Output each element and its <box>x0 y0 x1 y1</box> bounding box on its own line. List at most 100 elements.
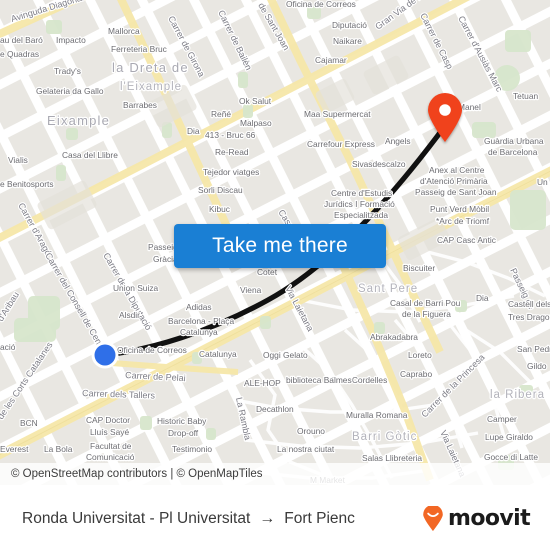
poi-label: Punt Verd Mòbil <box>430 204 489 214</box>
poi-label: San Pedro <box>517 344 550 354</box>
poi-label: Sorli Discau <box>198 185 243 195</box>
moovit-wordmark: moovit <box>448 506 531 531</box>
poi-label: Mallorca <box>108 26 140 36</box>
poi-label: ació <box>0 342 16 352</box>
attribution-text: © OpenStreetMap contributors | © OpenMap… <box>11 468 263 480</box>
poi-label: e Quadras <box>0 49 39 59</box>
poi-label: Diputació <box>332 20 367 30</box>
poi-label: Alsdir <box>119 310 140 320</box>
moovit-logo: moovit <box>420 505 550 532</box>
poi-label: Passeig de Sant Joan <box>415 187 497 197</box>
district-label: Eixample <box>47 113 110 128</box>
poi-label: Camper <box>487 414 517 424</box>
arrow-right-icon: → <box>259 509 276 527</box>
poi-label: Loreto <box>408 350 432 360</box>
bottom-summary-bar: Ronda Universitat - Pl Universitat → For… <box>0 485 550 550</box>
poi-label: de Barcelona <box>488 147 538 157</box>
district-label: l'Eixample <box>120 81 182 93</box>
poi-label: Oficina de Correos <box>286 0 356 9</box>
poi-label: Castell dels <box>508 299 550 309</box>
poi-label: Gocce di Latte <box>484 452 538 462</box>
poi-label: Gildo <box>527 361 547 371</box>
district-label: la Ribera <box>490 389 545 401</box>
poi-label: Especialitzada <box>334 210 388 220</box>
poi-label: Re-Read <box>215 147 249 157</box>
poi-label: Drop-off <box>168 428 199 438</box>
map-canvas[interactable]: Avinguda Diagonal Carrer de Girona Carrer … <box>0 0 550 485</box>
poi-label: CAP Casc Antic <box>437 235 496 245</box>
poi-label: Cajamar <box>315 55 347 65</box>
poi-label: ALE-HOP <box>244 378 281 388</box>
poi-label: Lluís Sayé <box>90 427 129 437</box>
poi-label: La nostra ciutat <box>277 444 335 454</box>
poi-label: Cotet <box>257 267 278 277</box>
poi-label: Tres Dragons <box>508 312 550 322</box>
poi-label: Lupe Giraldo <box>485 432 533 442</box>
district-label: Sant Pere <box>358 283 418 295</box>
origin-station-label: Ronda Universitat - Pl Universitat <box>22 509 251 527</box>
take-me-there-button[interactable]: Take me there <box>174 224 386 268</box>
poi-label: Barcelona - Plaça <box>168 316 234 326</box>
destination-station-label: Fort Pienc <box>284 509 355 527</box>
poi-label: Abrakadabra <box>370 332 418 342</box>
district-label: la Dreta de <box>112 60 189 75</box>
poi-label: Catalunya <box>199 349 237 359</box>
poi-label: Dia <box>187 126 200 136</box>
poi-label: BCN <box>20 418 38 428</box>
poi-label: Comunicació <box>86 452 135 462</box>
poi-label: Trady's <box>54 66 81 76</box>
poi-label: Testimonio <box>172 444 212 454</box>
poi-label: Sivasdescalzo <box>352 159 406 169</box>
poi-label: Centre d'Estudis <box>331 188 392 198</box>
route-summary: Ronda Universitat - Pl Universitat → For… <box>0 510 420 528</box>
poi-label: Tetuan <box>513 91 538 101</box>
poi-label: Jurídics I Formació <box>324 199 395 209</box>
poi-label: Orouno <box>297 426 325 436</box>
poi-label: au del Baró <box>0 35 43 45</box>
poi-label: Naikare <box>333 36 362 46</box>
poi-label: Malpaso <box>240 118 272 128</box>
poi-label: e Benitosports <box>0 179 54 189</box>
poi-label: Un <box>537 177 548 187</box>
take-me-there-label: Take me there <box>212 234 348 257</box>
poi-label: Catalunya <box>180 327 218 337</box>
poi-label: Salas Llibreteria <box>362 453 422 463</box>
origin-marker[interactable] <box>91 341 119 369</box>
poi-label: Oggi Gelato <box>263 350 308 360</box>
poi-label: La Bola <box>44 444 73 454</box>
poi-label: Casal de Barri Pou <box>390 298 461 308</box>
moovit-route-screen: Avinguda Diagonal Carrer de Girona Carrer … <box>0 0 550 550</box>
district-label: Barri Gòtic <box>352 431 417 443</box>
poi-label: Facultat de <box>90 441 132 451</box>
poi-label: Muralla Romana <box>346 410 408 420</box>
poi-label: Ferreteria Bruc <box>111 44 167 54</box>
map-attribution-bar: © OpenStreetMap contributors | © OpenMap… <box>0 463 550 485</box>
poi-label: biblioteca Balmes <box>286 375 352 385</box>
poi-label: Maa Supermercat <box>304 109 371 119</box>
poi-label: *Arc de Triomf <box>436 216 490 226</box>
poi-label: Union Suiza <box>113 283 159 293</box>
poi-label: Guàrdia Urbana <box>484 136 544 146</box>
poi-label: Gelateria da Gallo <box>36 86 104 96</box>
poi-label: Viena <box>240 285 262 295</box>
poi-label: Impacto <box>56 35 86 45</box>
poi-label: Dia <box>476 293 489 303</box>
poi-label: Biscuiter <box>403 263 435 273</box>
poi-label: Tejedor viatges <box>203 167 259 177</box>
poi-label: Anex al Centre <box>429 165 485 175</box>
poi-label: Oficina de Correos <box>117 345 187 355</box>
poi-label: CAP Doctor <box>86 415 130 425</box>
poi-label: Barrabes <box>123 100 157 110</box>
poi-label: Adidas <box>186 302 212 312</box>
poi-label: d'Atenció Primària <box>420 176 488 186</box>
moovit-pin-icon <box>423 505 443 531</box>
poi-label: Ok Salut <box>239 96 272 106</box>
poi-label: Reñé <box>211 109 231 119</box>
poi-label: Historic Baby <box>157 416 207 426</box>
poi-label: de la Figuera <box>402 309 451 319</box>
poi-label: 413 - Bruc 66 <box>205 130 256 140</box>
poi-label: Carrefour Express <box>307 139 375 149</box>
poi-label: Angels <box>385 136 411 146</box>
poi-label: Caprabo <box>400 369 432 379</box>
poi-label: Everest <box>0 444 29 454</box>
